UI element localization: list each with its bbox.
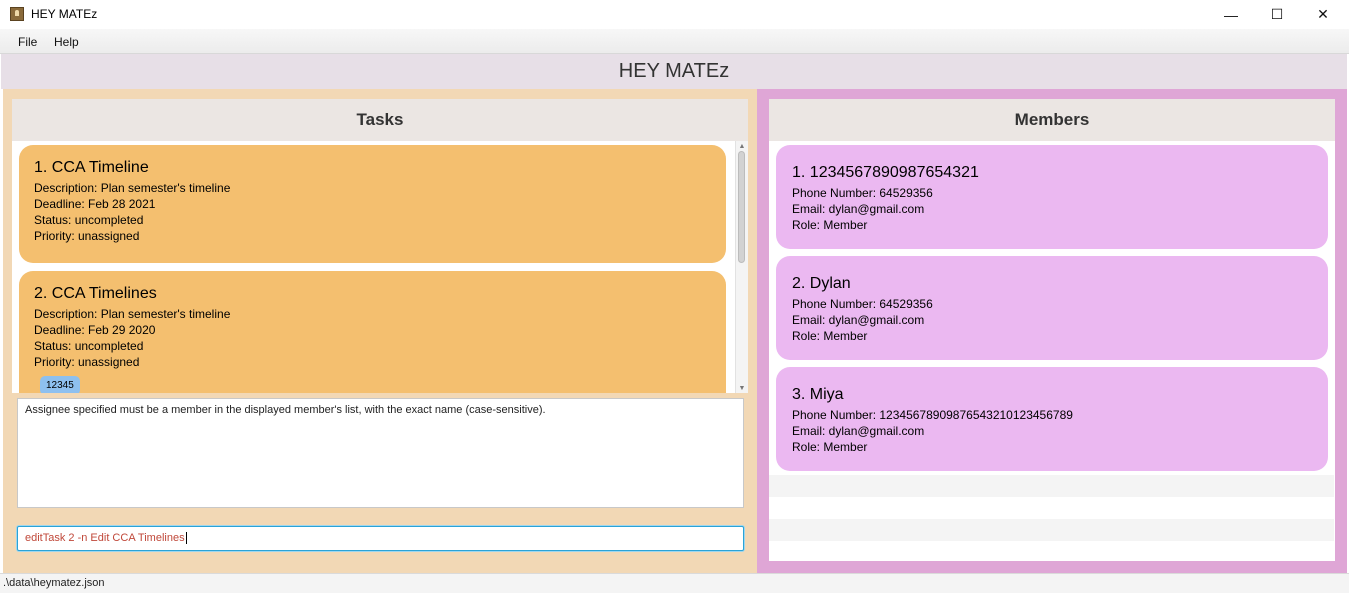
member-phone: Phone Number: 64529356 <box>792 186 933 200</box>
task-list-scrollbar[interactable]: ▲ ▼ <box>735 141 748 393</box>
save-file-path: .\data\heymatez.json <box>3 577 105 589</box>
result-display: Assignee specified must be a member in t… <box>17 398 744 508</box>
task-title: 1. CCA Timeline <box>34 159 149 176</box>
empty-list-row <box>769 497 1334 519</box>
app-icon <box>10 7 24 21</box>
tasks-pane: Tasks 1. CCA Timeline Description: Plan … <box>3 89 757 573</box>
member-email: Email: dylan@gmail.com <box>792 202 925 216</box>
member-role: Role: Member <box>792 329 868 343</box>
task-description: Description: Plan semester's timeline <box>34 181 231 195</box>
command-text: editTask 2 -n Edit CCA Timelines <box>25 532 185 544</box>
scroll-up-arrow-icon[interactable]: ▲ <box>736 141 748 151</box>
text-caret <box>185 532 187 545</box>
maximize-button[interactable]: ☐ <box>1254 0 1300 29</box>
member-card[interactable]: 1. 1234567890987654321 Phone Number: 645… <box>776 145 1328 249</box>
empty-list-row <box>769 541 1334 561</box>
minimize-button[interactable]: — <box>1208 0 1254 29</box>
members-pane: Members 1. 1234567890987654321 Phone Num… <box>757 89 1347 573</box>
member-email: Email: dylan@gmail.com <box>792 424 925 438</box>
close-button[interactable]: ✕ <box>1300 0 1346 29</box>
task-title: 2. CCA Timelines <box>34 285 157 302</box>
task-status: Status: uncompleted <box>34 339 144 353</box>
app-header: HEY MATEz <box>1 54 1347 89</box>
member-card[interactable]: 3. Miya Phone Number: 123456789098765432… <box>776 367 1328 471</box>
scroll-down-arrow-icon[interactable]: ▼ <box>736 383 748 393</box>
members-panel-title: Members <box>769 99 1335 141</box>
scrollbar-thumb[interactable] <box>738 151 745 263</box>
task-deadline: Deadline: Feb 29 2020 <box>34 323 156 337</box>
task-priority: Priority: unassigned <box>34 355 140 369</box>
member-phone: Phone Number: 64529356 <box>792 297 933 311</box>
status-bar: .\data\heymatez.json <box>0 573 1349 593</box>
task-status: Status: uncompleted <box>34 213 144 227</box>
menu-file[interactable]: File <box>18 35 37 49</box>
member-name: 3. Miya <box>792 386 844 403</box>
menu-bar: File Help <box>0 29 1349 54</box>
member-email: Email: dylan@gmail.com <box>792 313 925 327</box>
member-phone: Phone Number: 12345678909876543210123456… <box>792 408 1073 422</box>
member-name: 2. Dylan <box>792 275 851 292</box>
task-card[interactable]: 1. CCA Timeline Description: Plan semest… <box>19 145 726 263</box>
task-card[interactable]: 2. CCA Timelines Description: Plan semes… <box>19 271 726 393</box>
assignee-tag: 12345 <box>40 376 80 393</box>
task-priority: Priority: unassigned <box>34 229 140 243</box>
member-name: 1. 1234567890987654321 <box>792 164 979 181</box>
member-role: Role: Member <box>792 218 868 232</box>
window-title-bar: HEY MATEz — ☐ ✕ <box>0 0 1349 29</box>
empty-list-row <box>769 519 1334 541</box>
member-role: Role: Member <box>792 440 868 454</box>
member-card[interactable]: 2. Dylan Phone Number: 64529356 Email: d… <box>776 256 1328 360</box>
tasks-panel-title: Tasks <box>12 99 748 141</box>
command-input[interactable]: editTask 2 -n Edit CCA Timelines <box>17 526 744 551</box>
task-description: Description: Plan semester's timeline <box>34 307 231 321</box>
task-list[interactable]: 1. CCA Timeline Description: Plan semest… <box>12 141 748 393</box>
empty-list-row <box>769 475 1334 497</box>
member-list[interactable]: 1. 1234567890987654321 Phone Number: 645… <box>769 141 1335 561</box>
menu-help[interactable]: Help <box>54 35 79 49</box>
window-title: HEY MATEz <box>31 7 98 21</box>
task-deadline: Deadline: Feb 28 2021 <box>34 197 156 211</box>
